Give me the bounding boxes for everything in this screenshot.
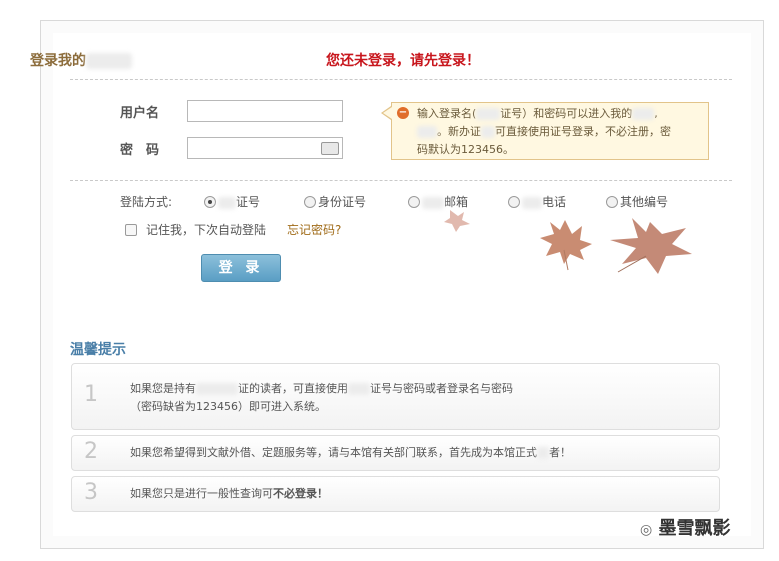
redacted-text bbox=[481, 126, 495, 138]
redacted-text bbox=[476, 108, 501, 120]
maple-leaf-icon bbox=[540, 220, 592, 271]
hints-title: 温馨提示 bbox=[70, 342, 126, 358]
username-label: 用户名 bbox=[120, 106, 160, 121]
hint-text: 如果您希望得到文献外借、定题服务等，请与本馆有关部门联系，首先成为本馆正式 者！ bbox=[130, 444, 571, 462]
hint-text-part: 证号与密码或者登录名与密码 bbox=[370, 382, 513, 395]
hint-text-part: 如果您只是进行一般性查询可 bbox=[130, 487, 273, 500]
maple-leaf-icon bbox=[610, 218, 692, 274]
option-card-number[interactable]: 证号 bbox=[218, 193, 260, 210]
username-input[interactable] bbox=[187, 100, 343, 122]
radio-id-number[interactable] bbox=[304, 196, 316, 208]
maple-leaf-icon bbox=[444, 210, 470, 232]
watermark-text: 墨雪飘影 bbox=[658, 518, 731, 539]
radio-card-number[interactable] bbox=[204, 196, 216, 208]
tip-text: 。新办证 bbox=[437, 125, 481, 138]
divider-top bbox=[70, 79, 732, 80]
hint-card-2: 2 如果您希望得到文献外借、定题服务等，请与本馆有关部门联系，首先成为本馆正式者… bbox=[71, 435, 720, 471]
hint-card-3: 3 如果您只是进行一般性查询可不必登录！ bbox=[71, 476, 720, 512]
forgot-password-link[interactable]: 忘记密码? bbox=[287, 221, 341, 238]
redacted-text bbox=[196, 383, 238, 395]
login-tip-box: 输入登录名(证号）和密码可以进入我的, 。新办证 可直接使用证号登录，不必注册，密… bbox=[391, 102, 709, 160]
radio-email[interactable] bbox=[408, 196, 420, 208]
tip-text: 码默认为123456。 bbox=[417, 143, 514, 156]
login-button[interactable]: 登 录 bbox=[201, 254, 281, 282]
wechat-icon: ◎ bbox=[640, 522, 653, 538]
hint-text-part: 者！ bbox=[549, 446, 571, 459]
tip-text: 证号）和密码可以进入我的 bbox=[500, 107, 633, 120]
page-title-text: 登录我的 bbox=[30, 53, 86, 69]
hint-text: 如果您只是进行一般性查询可不必登录！ bbox=[130, 485, 328, 503]
minus-circle-icon: − bbox=[397, 107, 409, 119]
remember-label: 记住我，下次自动登陆 bbox=[146, 223, 267, 237]
redacted-text bbox=[537, 447, 549, 459]
hint-text-part: 如果您是持有 bbox=[130, 382, 196, 395]
hint-text-bold: 不必登录！ bbox=[273, 487, 328, 500]
login-notice: 您还未登录，请先登录！ bbox=[326, 53, 480, 69]
keyboard-icon[interactable] bbox=[321, 142, 339, 155]
redacted-text bbox=[348, 383, 370, 395]
watermark: ◎ 墨雪飘影 bbox=[640, 514, 731, 540]
password-input[interactable] bbox=[187, 137, 343, 159]
redacted-text bbox=[417, 126, 437, 138]
option-id-number[interactable]: 身份证号 bbox=[318, 193, 366, 210]
hint-number: 2 bbox=[84, 439, 98, 464]
redacted-text bbox=[218, 196, 236, 209]
maple-leaves-decoration bbox=[444, 210, 692, 274]
hint-text-part: 证的读者，可直接使用 bbox=[238, 382, 348, 395]
hint-number: 3 bbox=[84, 480, 98, 505]
remember-checkbox[interactable] bbox=[125, 224, 137, 236]
hint-text-part: （密码缺省为123456）即可进入系统。 bbox=[130, 400, 326, 413]
hint-text: 如果您是持有 证的读者，可直接使用 证号与密码或者登录名与密码 （密码缺省为1234… bbox=[130, 380, 513, 416]
tip-text: 输入登录名( bbox=[417, 107, 477, 120]
redacted-text bbox=[632, 108, 655, 120]
tip-text: 可直接使用证号登录，不必注册，密 bbox=[495, 125, 671, 138]
page-title: 登录我的 bbox=[30, 50, 132, 70]
tip-arrow-inner bbox=[383, 107, 392, 119]
divider-middle bbox=[70, 180, 732, 181]
redacted-name bbox=[86, 53, 132, 69]
login-method-label: 登陆方式: bbox=[120, 195, 173, 209]
password-label: 密 码 bbox=[120, 143, 160, 158]
option-label: 证号 bbox=[236, 195, 261, 209]
hint-text-part: 如果您希望得到文献外借、定题服务等，请与本馆有关部门联系，首先成为本馆正式 bbox=[130, 446, 537, 459]
hint-number: 1 bbox=[84, 382, 98, 407]
hint-card-1: 1 如果您是持有 证的读者，可直接使用 证号与密码或者登录名与密码 （密码缺省为12… bbox=[71, 363, 720, 430]
